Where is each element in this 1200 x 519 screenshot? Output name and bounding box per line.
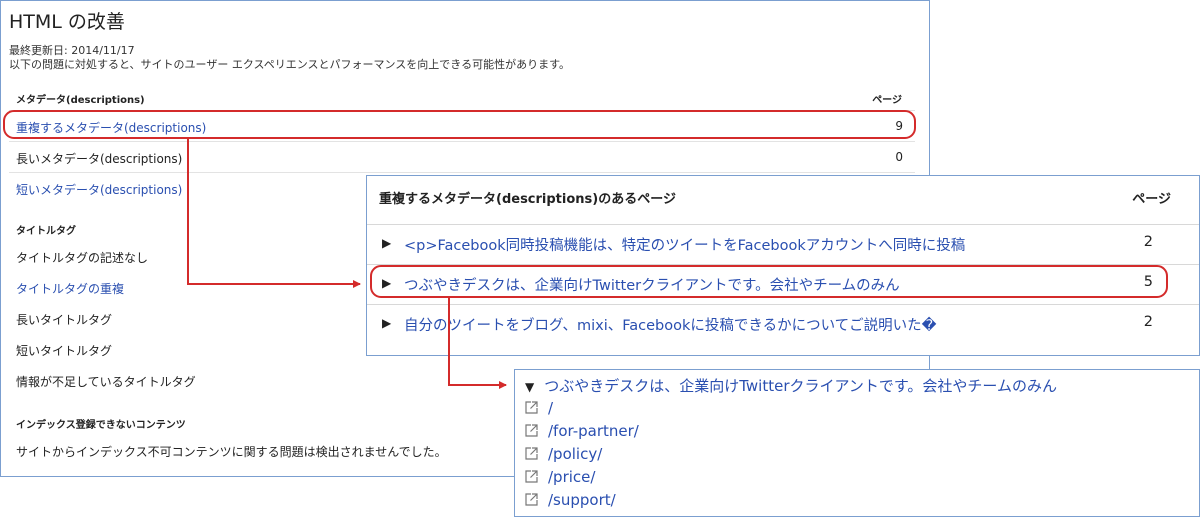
- arrow-to-popup: [187, 139, 361, 288]
- arrow-to-url-panel: [448, 297, 507, 389]
- annotation-arrows: [187, 139, 507, 389]
